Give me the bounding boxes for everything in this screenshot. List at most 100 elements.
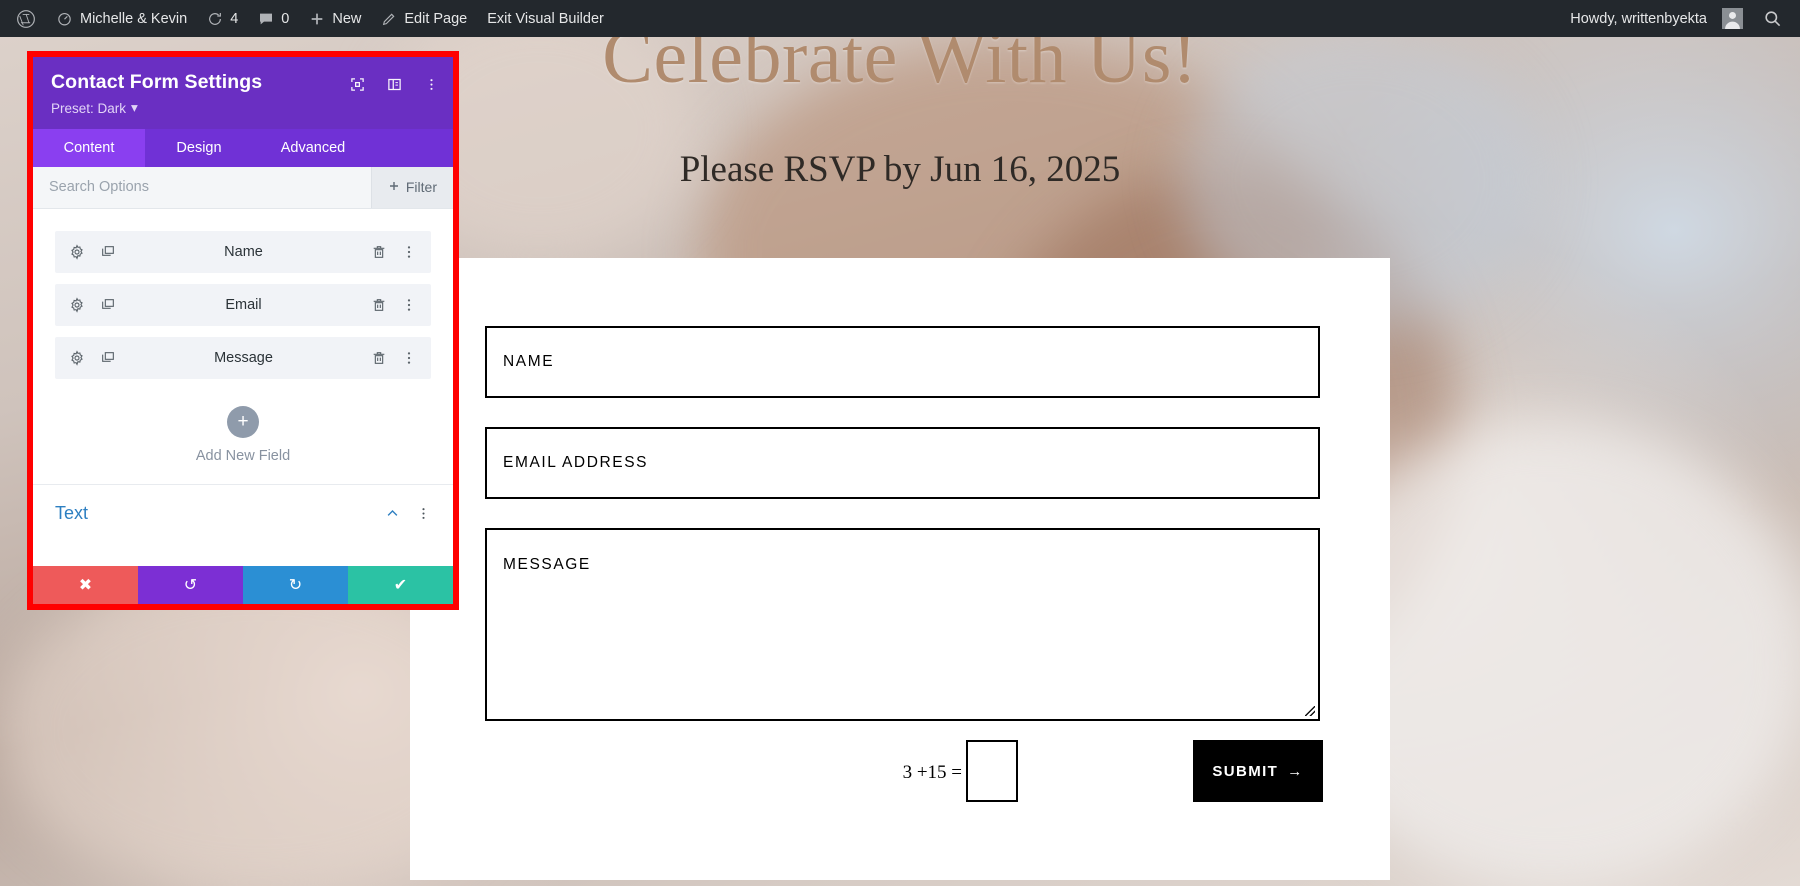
- chevron-down-icon: ▾: [131, 100, 138, 115]
- duplicate-icon[interactable]: [100, 350, 116, 366]
- trash-icon[interactable]: [371, 297, 387, 313]
- preset-label: Preset: Dark: [51, 100, 127, 116]
- modal-tabs: Content Design Advanced: [33, 128, 453, 167]
- exit-visual-builder-label: Exit Visual Builder: [487, 10, 604, 27]
- text-section-header[interactable]: Text: [33, 483, 453, 524]
- table-row[interactable]: Message: [55, 336, 431, 379]
- resize-handle-icon[interactable]: [1305, 706, 1315, 716]
- modal-header-icons: [350, 77, 439, 92]
- table-row-label: Message: [214, 349, 273, 366]
- avatar: [1722, 8, 1743, 29]
- gear-icon[interactable]: [69, 349, 85, 366]
- revisions-icon: [207, 11, 223, 27]
- captcha-row: 3 +15 = SUBMIT →: [410, 740, 1390, 808]
- plus-icon: [388, 179, 400, 195]
- wordpress-logo-icon: [16, 9, 36, 29]
- gear-icon[interactable]: [69, 243, 85, 260]
- form-fields-list: Name Email Message + Add New Field: [33, 209, 453, 484]
- filter-button-label: Filter: [405, 179, 437, 195]
- row-left-icons: [69, 243, 116, 260]
- edit-page-button[interactable]: Edit Page: [371, 0, 477, 37]
- modal-action-bar: ✖ ↺ ↻ ✔: [33, 566, 453, 604]
- tab-content[interactable]: Content: [33, 128, 145, 167]
- table-row-label: Email: [225, 296, 262, 313]
- more-vertical-icon[interactable]: [401, 350, 417, 366]
- modal-header: Contact Form Settings Preset: Dark ▾: [33, 57, 453, 129]
- admin-bar-right-group: Howdy, writtenbyekta: [1560, 0, 1800, 37]
- search-icon: [1763, 9, 1782, 28]
- edit-page-label: Edit Page: [404, 10, 468, 27]
- panel-layout-icon[interactable]: [387, 77, 402, 92]
- row-right-icons: [371, 297, 417, 313]
- table-row-label: Name: [224, 243, 263, 260]
- site-name-label: Michelle & Kevin: [80, 10, 188, 27]
- fullscreen-icon[interactable]: [350, 77, 365, 92]
- comments-button[interactable]: 0: [248, 0, 299, 37]
- wp-admin-bar: Michelle & Kevin 4 0 New Edit Page Exit …: [0, 0, 1800, 37]
- submit-button[interactable]: SUBMIT →: [1193, 740, 1323, 802]
- duplicate-icon[interactable]: [100, 244, 116, 260]
- redo-icon: ↻: [288, 577, 303, 594]
- message-placeholder-text: MESSAGE: [503, 556, 591, 573]
- row-right-icons: [371, 244, 417, 260]
- howdy-label: Howdy, writtenbyekta: [1570, 10, 1707, 27]
- new-content-button[interactable]: New: [299, 0, 371, 37]
- search-button[interactable]: [1753, 0, 1792, 37]
- gear-icon[interactable]: [69, 296, 85, 313]
- admin-bar-left-group: Michelle & Kevin 4 0 New Edit Page Exit …: [0, 0, 614, 37]
- revisions-count: 4: [230, 10, 239, 27]
- table-row[interactable]: Name: [55, 230, 431, 273]
- contact-form-card: NAME EMAIL ADDRESS MESSAGE 3 +15 = SUBMI…: [410, 258, 1390, 880]
- email-input[interactable]: EMAIL ADDRESS: [485, 427, 1320, 499]
- new-content-label: New: [332, 10, 362, 27]
- trash-icon[interactable]: [371, 350, 387, 366]
- dashboard-icon: [56, 10, 73, 27]
- submit-button-label: SUBMIT: [1212, 762, 1279, 780]
- more-vertical-icon[interactable]: [401, 244, 417, 260]
- pencil-icon: [381, 11, 397, 27]
- captcha-question: 3 +15 =: [902, 762, 962, 783]
- preset-selector[interactable]: Preset: Dark ▾: [51, 100, 138, 116]
- tab-design[interactable]: Design: [145, 129, 253, 167]
- site-name-button[interactable]: Michelle & Kevin: [46, 0, 197, 37]
- add-new-field-button[interactable]: + Add New Field: [55, 390, 431, 484]
- chevron-up-icon[interactable]: [385, 506, 400, 521]
- table-row[interactable]: Email: [55, 283, 431, 326]
- redo-button[interactable]: ↻: [243, 566, 348, 604]
- check-icon: ✔: [393, 577, 408, 594]
- comment-bubble-icon: [258, 11, 274, 27]
- tab-advanced[interactable]: Advanced: [253, 129, 373, 167]
- my-account-button[interactable]: Howdy, writtenbyekta: [1560, 0, 1753, 37]
- duplicate-icon[interactable]: [100, 297, 116, 313]
- save-button[interactable]: ✔: [348, 566, 453, 604]
- more-vertical-icon[interactable]: [416, 506, 431, 521]
- arrow-right-icon: →: [1287, 762, 1304, 780]
- more-vertical-icon[interactable]: [424, 77, 439, 92]
- plus-icon: [309, 11, 325, 27]
- row-right-icons: [371, 350, 417, 366]
- contact-form-settings-modal: Contact Form Settings Preset: Dark ▾ Con…: [33, 57, 453, 604]
- message-input[interactable]: MESSAGE: [485, 528, 1320, 721]
- name-input[interactable]: NAME: [485, 326, 1320, 398]
- settings-modal-highlight: Contact Form Settings Preset: Dark ▾ Con…: [27, 51, 459, 610]
- row-left-icons: [69, 296, 116, 313]
- filter-button[interactable]: Filter: [370, 166, 453, 208]
- text-section-title[interactable]: Text: [55, 503, 369, 524]
- undo-icon: ↺: [183, 577, 198, 594]
- exit-visual-builder-button[interactable]: Exit Visual Builder: [477, 0, 614, 37]
- modal-body: Name Email Message + Add New Field Text: [33, 208, 453, 566]
- search-row: Filter: [33, 166, 453, 209]
- comments-count: 0: [281, 10, 290, 27]
- more-vertical-icon[interactable]: [401, 297, 417, 313]
- revisions-button[interactable]: 4: [197, 0, 248, 37]
- plus-icon: +: [227, 405, 259, 438]
- row-left-icons: [69, 349, 116, 366]
- add-new-field-label: Add New Field: [195, 447, 291, 464]
- undo-button[interactable]: ↺: [138, 566, 243, 604]
- close-icon: ✖: [78, 577, 93, 594]
- wordpress-logo-button[interactable]: [6, 0, 46, 37]
- captcha-input[interactable]: [966, 740, 1018, 802]
- search-input[interactable]: [33, 166, 371, 208]
- trash-icon[interactable]: [371, 244, 387, 260]
- cancel-button[interactable]: ✖: [33, 566, 138, 604]
